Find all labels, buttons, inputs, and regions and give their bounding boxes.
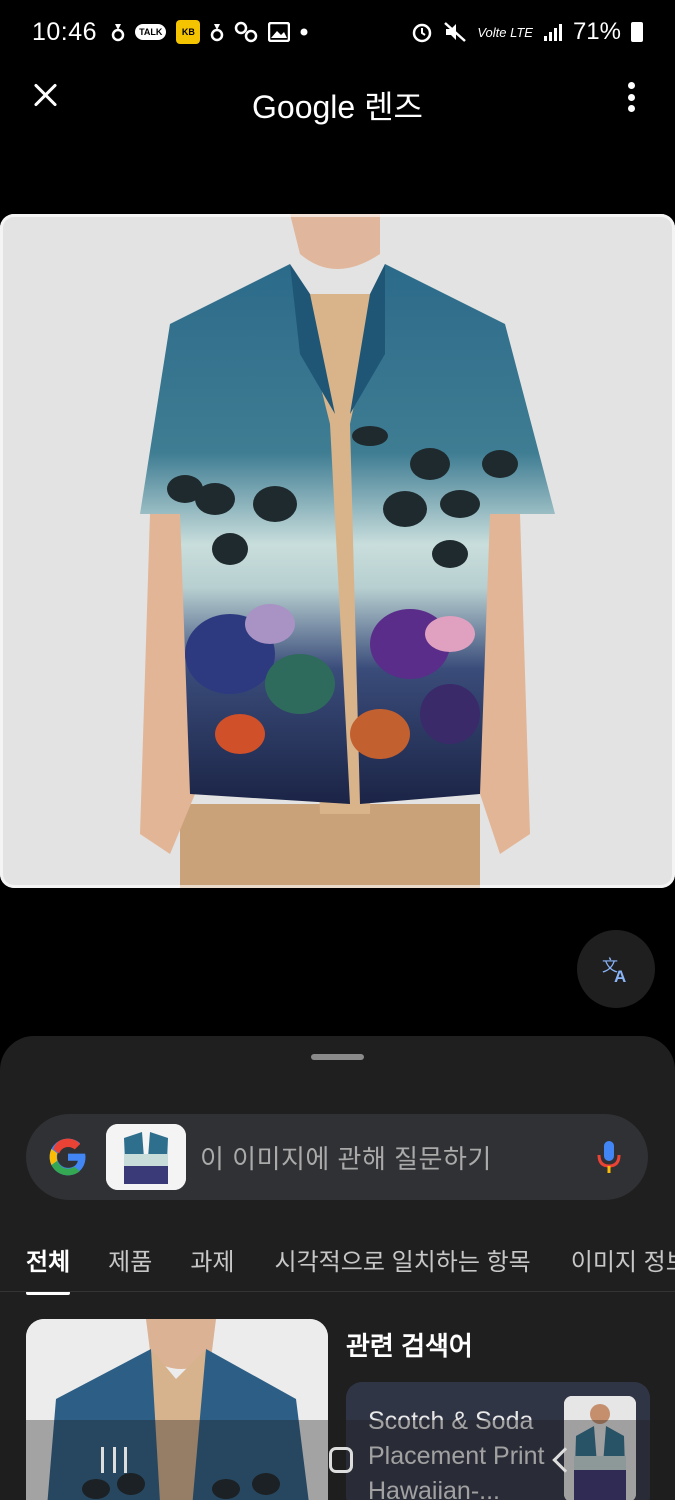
shirt-photo — [0, 214, 675, 888]
link-icon — [234, 21, 258, 43]
dot-icon — [300, 28, 308, 36]
app-title: Google 렌즈 — [0, 82, 675, 128]
translate-icon: 文 A — [602, 957, 626, 985]
google-g-icon — [49, 1138, 86, 1176]
system-status: Volte LTE 71% — [411, 18, 643, 46]
translate-button[interactable]: 文 A — [577, 930, 655, 1008]
gallery-icon — [268, 22, 291, 42]
battery-icon — [631, 22, 643, 42]
microphone-icon[interactable] — [596, 1139, 622, 1175]
tabs-divider — [0, 1291, 675, 1292]
alarm-icon — [411, 21, 433, 43]
svg-text:A: A — [614, 967, 626, 985]
kb-bank-icon: KB — [176, 20, 201, 44]
system-nav-bar — [0, 1420, 675, 1500]
more-options-icon[interactable] — [623, 82, 639, 112]
kakaotalk-icon: TALK — [135, 24, 167, 40]
google-wordmark: Google — [252, 89, 356, 125]
home-icon[interactable] — [329, 1447, 354, 1473]
related-searches-title: 관련 검색어 — [346, 1331, 473, 1361]
lens-label: 렌즈 — [364, 89, 423, 125]
status-time: 10:46 — [32, 17, 98, 46]
status-bar: 10:46 TALK KB Volte LTE 71% — [0, 0, 675, 64]
notification-icon — [111, 22, 125, 42]
mute-icon — [443, 21, 467, 43]
app-header: Google 렌즈 — [0, 64, 675, 140]
tab-all[interactable]: 전체 — [26, 1242, 71, 1295]
notification-icon — [210, 22, 224, 42]
tab-homework[interactable]: 과제 — [190, 1242, 234, 1283]
network-type-icon: Volte LTE — [477, 24, 533, 40]
search-placeholder[interactable]: 이 이미지에 관해 질문하기 — [200, 1139, 492, 1176]
signal-icon — [543, 22, 563, 42]
tab-products[interactable]: 제품 — [108, 1242, 152, 1283]
search-image-thumbnail[interactable] — [106, 1124, 186, 1190]
result-tabs: 전체 제품 과제 시각적으로 일치하는 항목 이미지 정보 — [0, 1232, 675, 1295]
battery-percent: 71% — [572, 18, 621, 45]
lens-image[interactable] — [0, 214, 675, 888]
back-icon[interactable] — [552, 1447, 578, 1473]
sheet-drag-handle[interactable] — [311, 1054, 364, 1060]
notification-icons: TALK KB — [111, 20, 308, 44]
recent-apps-icon[interactable] — [101, 1447, 128, 1473]
tab-about-image[interactable]: 이미지 정보 — [571, 1242, 675, 1283]
tab-visual-matches[interactable]: 시각적으로 일치하는 항목 — [275, 1242, 531, 1283]
search-bar[interactable]: 이 이미지에 관해 질문하기 — [26, 1114, 648, 1200]
